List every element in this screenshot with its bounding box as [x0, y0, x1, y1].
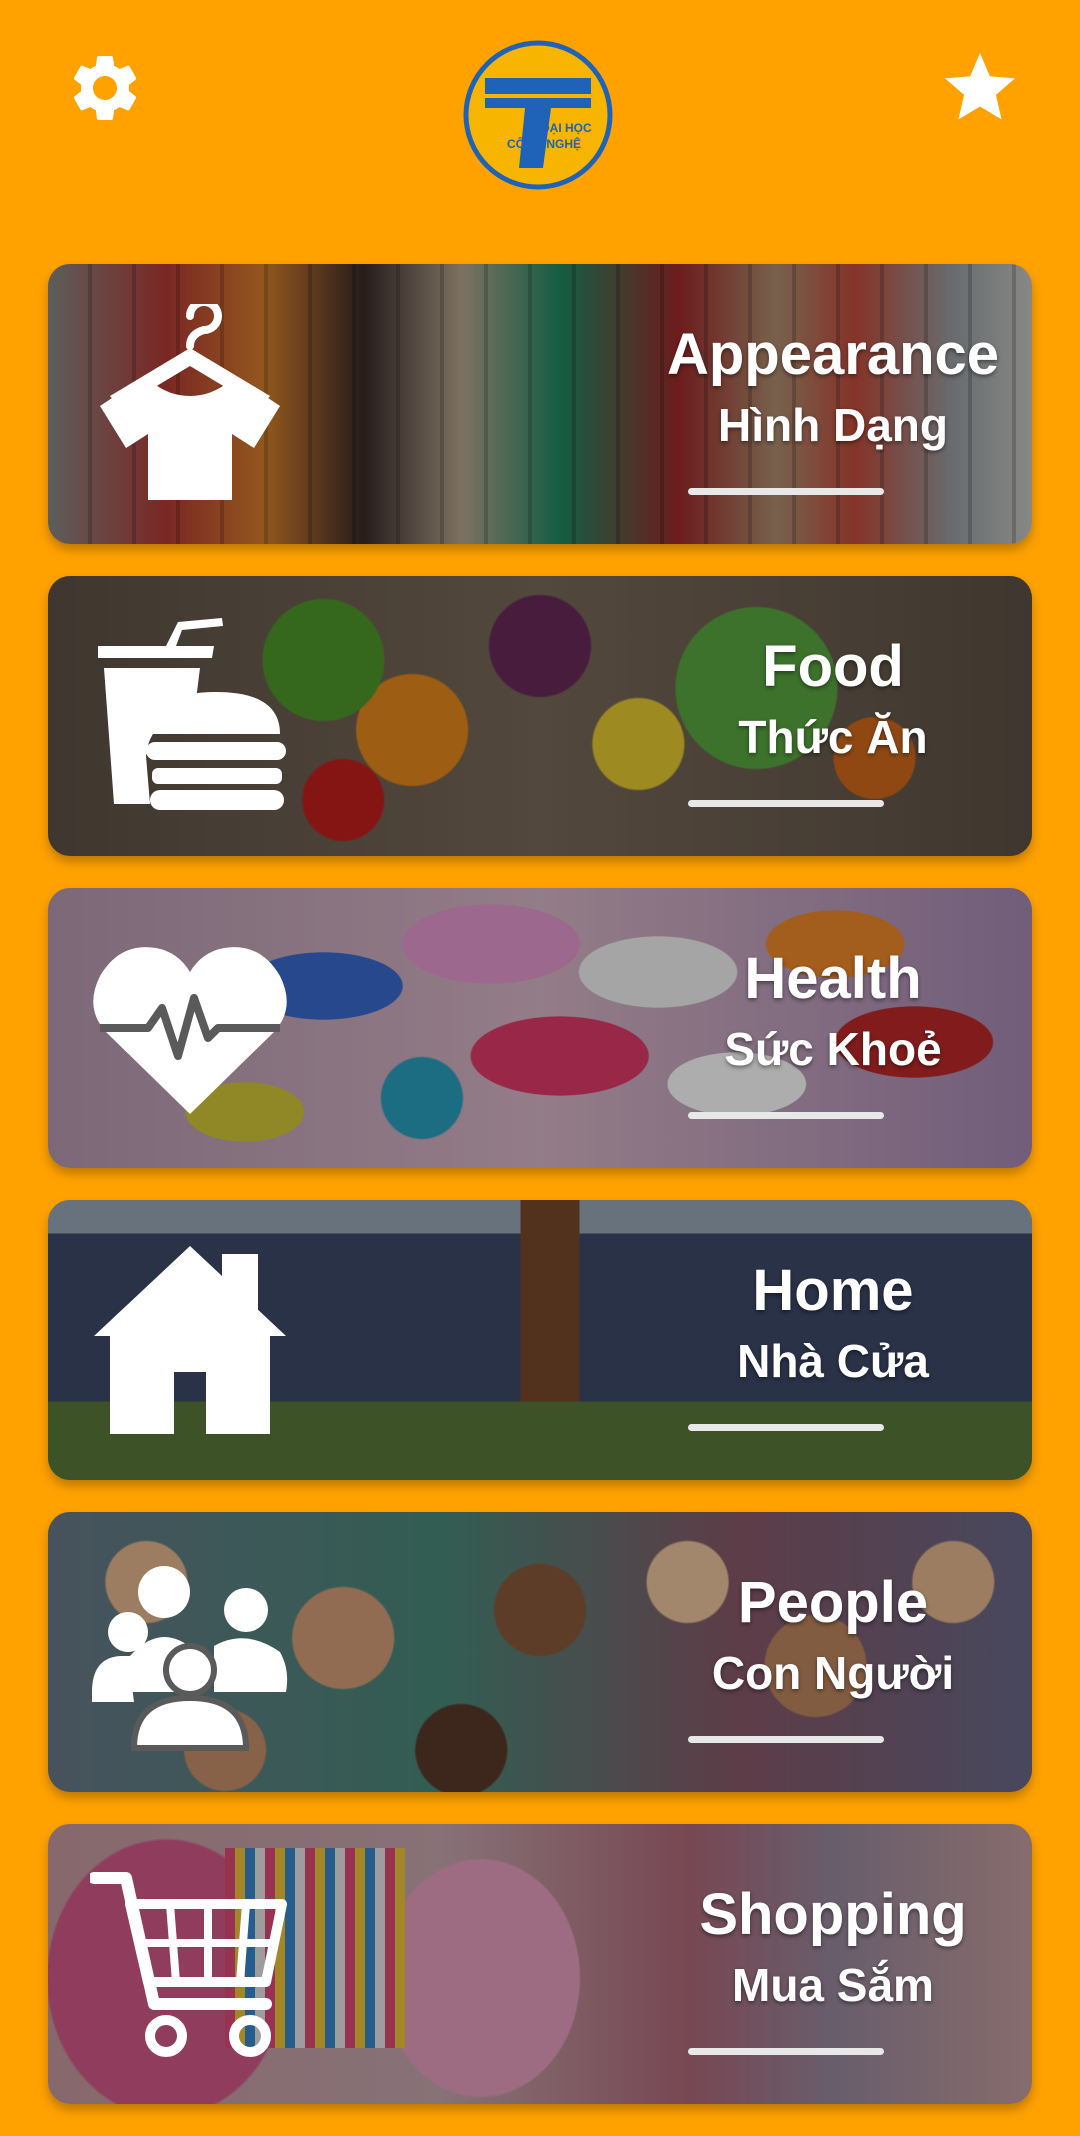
underline-bar: [688, 488, 884, 495]
category-text: Appearance Hình Dạng: [588, 320, 1032, 456]
category-card-health[interactable]: Health Sức Khoẻ: [48, 888, 1032, 1168]
gear-icon: [73, 56, 137, 120]
category-title-en: Health: [744, 946, 922, 1011]
category-title-vi: Mua Sắm: [732, 1959, 934, 2011]
category-title-vi: Nhà Cửa: [737, 1335, 929, 1387]
category-title-vi: Sức Khoẻ: [724, 1023, 942, 1075]
category-title-en: Appearance: [666, 322, 1000, 387]
underline-bar: [688, 800, 884, 807]
underline-bar: [688, 1112, 884, 1119]
category-text: Health Sức Khoẻ: [588, 944, 1032, 1080]
category-title-en: People: [737, 1570, 929, 1635]
category-title-vi: Thức Ăn: [738, 711, 928, 763]
underline-bar: [688, 1736, 884, 1743]
underline-bar: [688, 1424, 884, 1431]
house-icon: [94, 1246, 286, 1434]
category-card-people[interactable]: People Con Người: [48, 1512, 1032, 1792]
category-text: Home Nhà Cửa: [588, 1256, 1032, 1392]
favorites-button[interactable]: [930, 38, 1030, 138]
settings-button[interactable]: [50, 38, 160, 138]
star-icon: [945, 53, 1015, 120]
heart-pulse-icon: [93, 947, 287, 1114]
category-title-vi: Con Người: [711, 1647, 955, 1699]
category-card-home[interactable]: Home Nhà Cửa: [48, 1200, 1032, 1480]
underline-bar: [688, 2048, 884, 2055]
group-people-icon: [92, 1566, 288, 1751]
logo-text-line2: CÔNG NGHỆ: [507, 136, 581, 151]
category-text: Shopping Mua Sắm: [588, 1880, 1032, 2016]
university-logo: ĐẠI HỌC CÔNG NGHỆ: [463, 40, 613, 190]
logo-text-line1: ĐẠI HỌC: [541, 121, 592, 135]
category-title-en: Home: [752, 1258, 914, 1323]
fast-food-icon: [98, 618, 286, 810]
category-card-shopping[interactable]: Shopping Mua Sắm: [48, 1824, 1032, 2104]
category-title-en: Food: [762, 634, 904, 699]
category-title-en: Shopping: [699, 1882, 967, 1947]
category-title-vi: Hình Dạng: [718, 399, 948, 451]
category-card-food[interactable]: Food Thức Ăn: [48, 576, 1032, 856]
category-text: People Con Người: [588, 1568, 1032, 1704]
shopping-cart-icon: [90, 1872, 287, 2057]
category-card-appearance[interactable]: Appearance Hình Dạng: [48, 264, 1032, 544]
clothes-hanger-shirt-icon: [100, 304, 280, 500]
top-bar: ĐẠI HỌC CÔNG NGHỆ: [0, 0, 1080, 240]
category-text: Food Thức Ăn: [588, 632, 1032, 768]
